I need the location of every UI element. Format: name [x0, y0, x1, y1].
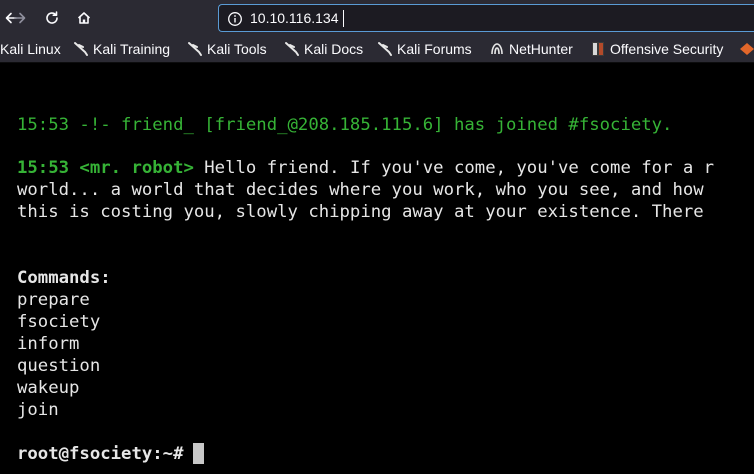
arrow-right-icon [14, 12, 26, 24]
kali-dragon-icon [285, 42, 299, 56]
kali-dragon-icon [74, 42, 88, 56]
command-item: inform [17, 334, 80, 354]
offensive-security-icon [592, 42, 604, 56]
command-item: prepare [17, 290, 90, 310]
kali-dragon-icon [188, 42, 202, 56]
bookmark-offensive-security[interactable]: Offensive Security [590, 40, 723, 58]
forward-button[interactable] [9, 7, 31, 29]
bookmark-label: Kali Training [93, 41, 171, 57]
address-bar[interactable]: 10.10.116.134 [218, 4, 754, 32]
bookmark-favicon-icon [740, 43, 754, 55]
terminal[interactable]: 15:53 -!- friend_ [friend_@208.185.115.6… [0, 63, 754, 474]
bookmark-kali-tools[interactable]: Kali Tools [187, 40, 267, 58]
commands-header: Commands: [17, 268, 111, 288]
command-item: join [17, 400, 59, 420]
bookmark-overflow-item[interactable] [739, 40, 754, 58]
kali-dragon-icon [378, 42, 392, 56]
bookmark-label: Kali Tools [207, 41, 267, 57]
terminal-cursor [193, 443, 205, 464]
message-text: Hello friend. If you've come, you've com… [193, 158, 715, 178]
info-icon[interactable] [227, 11, 243, 31]
bookmark-kali-forums[interactable]: Kali Forums [377, 40, 472, 58]
nethunter-icon [491, 43, 503, 55]
reload-icon [46, 11, 58, 24]
bookmark-label: Kali Docs [304, 41, 364, 57]
bookmark-nethunter[interactable]: NetHunter [489, 40, 573, 58]
chat-message-line-3: this is costing you, slowly chipping awa… [17, 202, 704, 222]
home-button[interactable] [73, 7, 95, 29]
bookmark-kali-linux[interactable]: Kali Linux [0, 40, 61, 58]
text-caret [343, 10, 344, 27]
bookmark-label: NetHunter [509, 41, 573, 57]
prompt-line[interactable]: root@fsociety:~# [17, 443, 205, 465]
bookmark-kali-training[interactable]: Kali Training [73, 40, 170, 58]
url-text[interactable]: 10.10.116.134 [250, 10, 339, 26]
command-item: question [17, 356, 101, 376]
join-message: 15:53 -!- friend_ [friend_@208.185.115.6… [17, 115, 673, 135]
bookmark-label: Kali Linux [0, 41, 61, 57]
command-item: fsociety [17, 312, 101, 332]
bookmarks-toolbar: Kali Linux Kali Training Kali Tools Kali… [0, 36, 754, 63]
reload-button[interactable] [41, 7, 63, 29]
bookmark-label: Kali Forums [397, 41, 472, 57]
shell-prompt: root@fsociety:~# [17, 444, 184, 464]
bookmark-kali-docs[interactable]: Kali Docs [284, 40, 363, 58]
home-icon [77, 12, 91, 24]
chat-message-line-2: world... a world that decides where you … [17, 180, 704, 200]
browser-toolbar: 10.10.116.134 [0, 0, 754, 36]
command-item: wakeup [17, 378, 80, 398]
bookmark-label: Offensive Security [610, 41, 724, 57]
message-sender: 15:53 <mr. robot> [17, 158, 194, 178]
chat-message-line-1: 15:53 <mr. robot> Hello friend. If you'v… [17, 157, 714, 179]
